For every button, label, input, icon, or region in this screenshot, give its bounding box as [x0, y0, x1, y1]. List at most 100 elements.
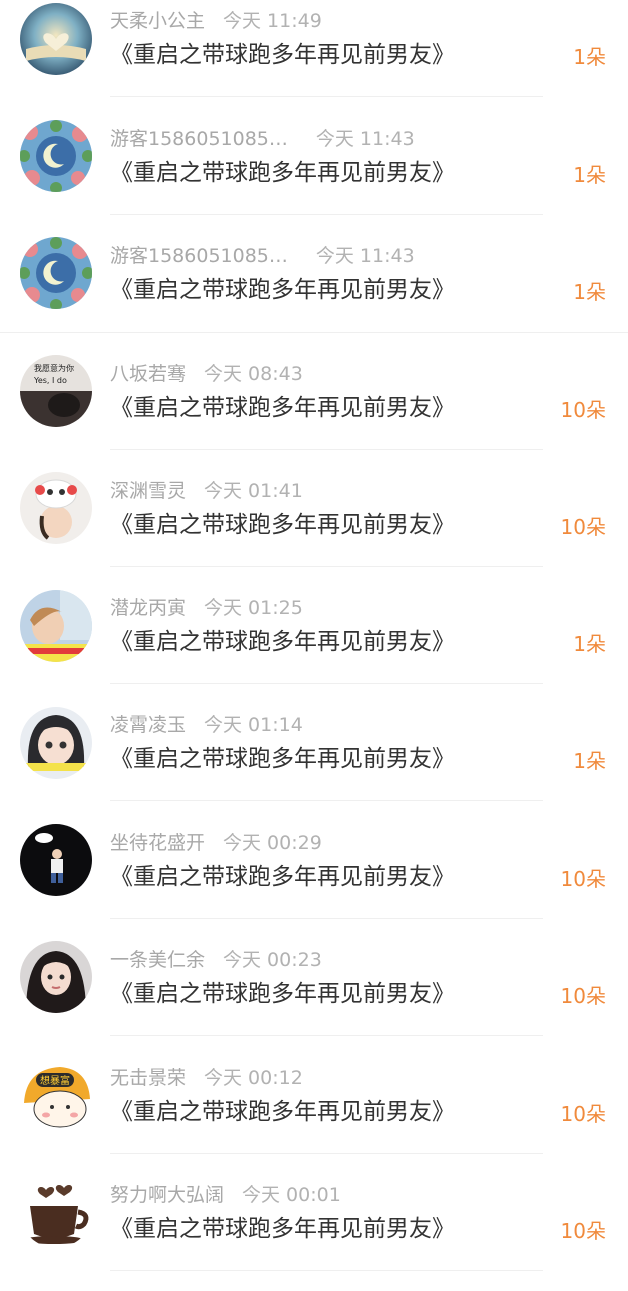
timestamp: 今天 00:23 [223, 949, 322, 971]
timestamp: 今天 01:25 [204, 597, 303, 619]
flower-count: 1朵 [573, 749, 606, 773]
user-name: 深渊雪灵 [110, 480, 187, 502]
book-title: 《重启之带球跑多年再见前男友》 [110, 160, 455, 186]
user-name: 坐待花盛开 [110, 832, 206, 854]
user-name: 努力啊大弘阔 [110, 1184, 225, 1206]
avatar-caption: Yes, I do [33, 376, 67, 385]
divider [110, 96, 543, 97]
user-name: 游客1586051085… [110, 128, 288, 150]
avatar[interactable] [20, 3, 92, 75]
text-cat-icon: 我愿意为你 Yes, I do [20, 355, 92, 427]
divider [110, 1153, 543, 1154]
book-title: 《重启之带球跑多年再见前男友》 [110, 512, 455, 538]
gift-record-list: 天柔小公主 今天 11:49 《重启之带球跑多年再见前男友》 1朵 游客1586… [0, 0, 628, 1280]
list-item-meta: 天柔小公主 今天 11:49 [110, 8, 322, 34]
user-name: 一条美仁余 [110, 949, 206, 971]
timestamp: 今天 00:01 [242, 1184, 341, 1206]
flower-count: 10朵 [560, 1102, 606, 1126]
book-title: 《重启之带球跑多年再见前男友》 [110, 629, 455, 655]
flower-count: 1朵 [573, 280, 606, 304]
book-title: 《重启之带球跑多年再见前男友》 [110, 864, 455, 890]
divider [110, 918, 543, 919]
timestamp: 今天 01:41 [204, 480, 303, 502]
list-item-meta: 凌霄凌玉 今天 01:14 [110, 712, 303, 738]
list-item-meta: 游客1586051085… 今天 11:43 [110, 243, 415, 269]
flower-moon-icon [20, 120, 92, 192]
flower-moon-icon [20, 237, 92, 309]
timestamp: 今天 11:49 [223, 10, 322, 32]
book-title: 《重启之带球跑多年再见前男友》 [110, 746, 455, 772]
anime-girl-icon [20, 707, 92, 779]
list-item[interactable]: 坐待花盛开 今天 00:29 《重启之带球跑多年再见前男友》 10朵 [0, 822, 628, 939]
flower-count: 1朵 [573, 45, 606, 69]
timestamp: 今天 11:43 [315, 245, 415, 267]
timestamp: 今天 08:43 [204, 363, 303, 385]
cartoon-helmet-icon: 想暴富 [20, 1059, 92, 1131]
list-item-meta: 坐待花盛开 今天 00:29 [110, 830, 322, 856]
list-item[interactable]: 深渊雪灵 今天 01:41 《重启之带球跑多年再见前男友》 10朵 [0, 470, 628, 587]
divider [110, 214, 543, 215]
user-name: 无击景荣 [110, 1067, 187, 1089]
list-item[interactable]: 凌霄凌玉 今天 01:14 《重启之带球跑多年再见前男友》 1朵 [0, 704, 628, 821]
book-heart-icon [20, 3, 92, 75]
list-item[interactable]: 游客1586051085… 今天 11:43 《重启之带球跑多年再见前男友》 1朵 [0, 118, 628, 235]
avatar[interactable] [20, 824, 92, 896]
book-title: 《重启之带球跑多年再见前男友》 [110, 981, 455, 1007]
timestamp: 今天 00:29 [223, 832, 322, 854]
book-title: 《重启之带球跑多年再见前男友》 [110, 395, 455, 421]
divider [110, 1270, 543, 1271]
avatar[interactable] [20, 1176, 92, 1248]
flower-count: 1朵 [573, 632, 606, 656]
list-item[interactable]: 我愿意为你 Yes, I do 八坂若骞 今天 08:43 《重启之带球跑多年再见… [0, 353, 628, 470]
list-item-meta: 努力啊大弘阔 今天 00:01 [110, 1182, 341, 1208]
list-item-meta: 无击景荣 今天 00:12 [110, 1065, 303, 1091]
divider [110, 800, 543, 801]
flower-count: 10朵 [560, 398, 606, 422]
list-item-meta: 潜龙丙寅 今天 01:25 [110, 595, 303, 621]
timestamp: 今天 11:43 [315, 128, 415, 150]
avatar[interactable]: 我愿意为你 Yes, I do [20, 355, 92, 427]
list-item[interactable]: 想暴富 无击景荣 今天 00:12 《重启之带球跑多年再见前男友》 10朵 [0, 1057, 628, 1174]
book-title: 《重启之带球跑多年再见前男友》 [110, 1099, 455, 1125]
flower-count: 10朵 [560, 515, 606, 539]
flower-count: 1朵 [573, 163, 606, 187]
timestamp: 今天 01:14 [204, 714, 303, 736]
user-name: 八坂若骞 [110, 363, 187, 385]
timestamp: 今天 00:12 [204, 1067, 303, 1089]
avatar[interactable] [20, 120, 92, 192]
list-item[interactable]: 游客1586051085… 今天 11:43 《重启之带球跑多年再见前男友》 1朵 [0, 236, 628, 353]
list-item-meta: 八坂若骞 今天 08:43 [110, 361, 303, 387]
list-item-meta: 一条美仁余 今天 00:23 [110, 947, 322, 973]
list-item-meta: 游客1586051085… 今天 11:43 [110, 126, 415, 152]
avatar[interactable]: 想暴富 [20, 1059, 92, 1131]
list-item[interactable]: 天柔小公主 今天 11:49 《重启之带球跑多年再见前男友》 1朵 [0, 0, 628, 117]
list-item[interactable]: 潜龙丙寅 今天 01:25 《重启之带球跑多年再见前男友》 1朵 [0, 587, 628, 704]
user-name: 潜龙丙寅 [110, 597, 187, 619]
avatar-caption: 我愿意为你 [34, 363, 74, 373]
avatar[interactable] [20, 472, 92, 544]
avatar[interactable] [20, 237, 92, 309]
avatar-caption: 想暴富 [40, 1074, 70, 1087]
user-name: 天柔小公主 [110, 10, 206, 32]
user-name: 游客1586051085… [110, 245, 288, 267]
night-boy-icon [20, 824, 92, 896]
list-item-meta: 深渊雪灵 今天 01:41 [110, 478, 303, 504]
boy-photo-icon [20, 590, 92, 662]
avatar[interactable] [20, 941, 92, 1013]
list-item[interactable]: 努力啊大弘阔 今天 00:01 《重启之带球跑多年再见前男友》 10朵 [0, 1174, 628, 1291]
book-title: 《重启之带球跑多年再见前男友》 [110, 277, 455, 303]
book-title: 《重启之带球跑多年再见前男友》 [110, 42, 455, 68]
girl-hat-icon [20, 472, 92, 544]
book-title: 《重启之带球跑多年再见前男友》 [110, 1216, 455, 1242]
divider [110, 449, 543, 450]
flower-count: 10朵 [560, 867, 606, 891]
flower-count: 10朵 [560, 1219, 606, 1243]
divider [110, 683, 543, 684]
avatar[interactable] [20, 590, 92, 662]
divider [110, 566, 543, 567]
coffee-cup-icon [20, 1176, 92, 1248]
list-item[interactable]: 一条美仁余 今天 00:23 《重启之带球跑多年再见前男友》 10朵 [0, 939, 628, 1056]
divider [0, 332, 628, 333]
avatar[interactable] [20, 707, 92, 779]
longhair-girl-icon [20, 941, 92, 1013]
